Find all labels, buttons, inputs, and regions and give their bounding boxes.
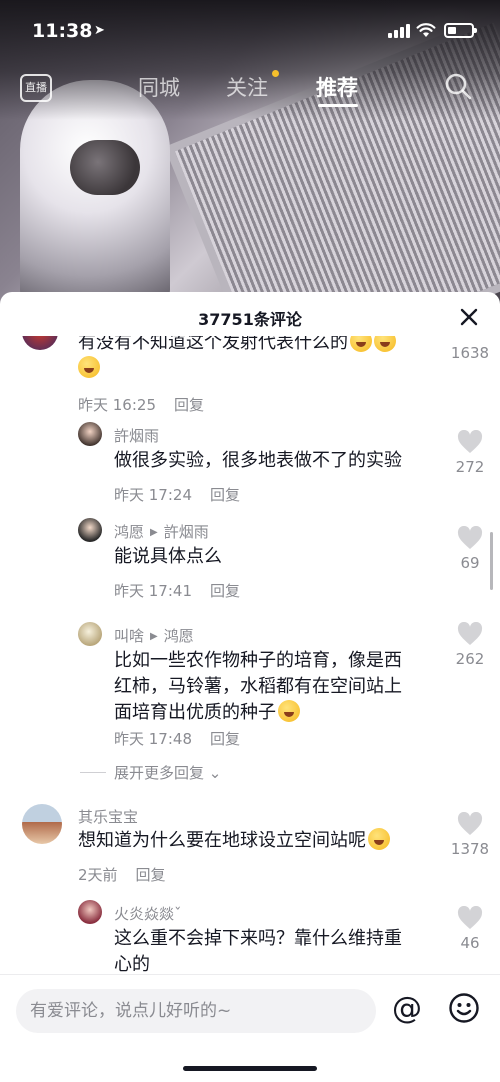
mention-at-icon[interactable]: @ <box>392 991 422 1026</box>
comment-time: 昨天 17:48 <box>114 730 192 748</box>
commenter-name: 叫啥 ▶ 鸿愿 <box>114 625 194 646</box>
reply-button[interactable]: 回复 <box>210 730 240 748</box>
search-icon[interactable] <box>444 72 472 100</box>
comment-meta: 昨天 17:48 回复 <box>114 728 240 749</box>
following-new-dot <box>272 70 279 77</box>
commenter-name: 鸿愿 ▶ 許烟雨 <box>114 521 209 542</box>
cellular-signal-icon <box>388 24 410 38</box>
chevron-down-icon: ⌄ <box>208 764 222 782</box>
like-button[interactable]: 262 <box>440 622 500 668</box>
like-button[interactable]: 1638 <box>440 344 500 362</box>
comment-text: 做很多实验，很多地表做不了的实验 <box>114 450 402 471</box>
reply-button[interactable]: 回复 <box>210 582 240 600</box>
expand-more-label: 展开更多回复 <box>114 764 205 782</box>
comments-sheet: 37751条评论 有没有不知道这个发射代表什么的 昨天 16:25 回复 1638… <box>0 292 500 1082</box>
heart-icon <box>457 430 483 453</box>
top-navigation: 直播 同城 关注 推荐 <box>0 62 500 112</box>
comment-list[interactable]: 有没有不知道这个发射代表什么的 昨天 16:25 回复 1638 許烟雨 做很多实… <box>0 336 500 976</box>
tab-following[interactable]: 关注 <box>226 72 268 102</box>
laughing-emoji-icon <box>78 356 100 378</box>
location-arrow-icon: ➤ <box>94 23 105 38</box>
comment-text: 想知道为什么要在地球设立空间站呢 <box>78 828 390 854</box>
commenter-name[interactable]: 火炎焱燚ˇ <box>114 903 182 924</box>
comment-time: 昨天 16:25 <box>78 396 156 414</box>
reply-to-name[interactable]: 許烟雨 <box>164 523 209 541</box>
avatar[interactable] <box>78 622 102 646</box>
comment-text: 能说具体点么 <box>114 546 222 567</box>
avatar[interactable] <box>22 804 62 844</box>
home-indicator[interactable] <box>183 1066 317 1071</box>
laughing-emoji-icon <box>374 336 396 352</box>
close-icon[interactable] <box>458 306 480 328</box>
comment-time: 昨天 17:41 <box>114 582 192 600</box>
heart-icon <box>457 906 483 929</box>
expand-more-replies[interactable]: 展开更多回复 ⌄ <box>80 762 221 783</box>
comment-meta: 昨天 16:25 回复 <box>78 394 204 415</box>
status-time: 11:38 <box>32 20 93 42</box>
sheet-header: 37751条评论 <box>0 292 500 342</box>
avatar[interactable] <box>78 422 102 446</box>
comment-meta: 昨天 17:24 回复 <box>114 484 240 505</box>
dizzy-emoji-icon <box>278 700 300 722</box>
reply-button[interactable]: 回复 <box>174 396 204 414</box>
like-button[interactable]: 272 <box>440 430 500 476</box>
commenter-name[interactable]: 許烟雨 <box>114 425 159 446</box>
active-tab-indicator <box>318 104 358 107</box>
scrollbar[interactable] <box>490 532 493 590</box>
comment-time: 昨天 17:24 <box>114 486 192 504</box>
heart-icon <box>457 812 483 835</box>
status-bar: 11:38 ➤ <box>0 0 500 60</box>
comment-count-title: 37751条评论 <box>198 310 302 329</box>
like-count: 262 <box>455 650 485 668</box>
battery-icon <box>444 23 477 38</box>
commenter-name-link[interactable]: 叫啥 <box>114 627 144 645</box>
like-button[interactable]: 46 <box>440 906 500 952</box>
reply-arrow-icon: ▶ <box>150 631 158 642</box>
avatar[interactable] <box>78 900 102 924</box>
heart-icon <box>457 622 483 645</box>
comment-text: 这么重不会掉下来吗？靠什么维持重 心的 <box>114 928 402 975</box>
commenter-name[interactable]: 其乐宝宝 <box>78 806 138 827</box>
divider <box>80 772 106 773</box>
comment-time: 2天前 <box>78 866 118 884</box>
dizzy-emoji-icon <box>368 828 390 850</box>
reply-button[interactable]: 回复 <box>210 486 240 504</box>
reply-to-name[interactable]: 鸿愿 <box>164 627 194 645</box>
reply-button[interactable]: 回复 <box>136 866 166 884</box>
wifi-icon <box>416 23 436 37</box>
like-count: 46 <box>460 934 480 952</box>
comment-input[interactable] <box>16 989 376 1033</box>
like-count: 1378 <box>450 840 490 858</box>
comment-meta: 昨天 17:41 回复 <box>114 580 240 601</box>
commenter-name-link[interactable]: 鸿愿 <box>114 523 144 541</box>
emoji-picker-icon[interactable] <box>448 992 480 1024</box>
comment-text: 有没有不知道这个发射代表什么的 <box>78 336 428 382</box>
avatar[interactable] <box>22 336 58 350</box>
video-helmet <box>70 140 140 195</box>
avatar[interactable] <box>78 518 102 542</box>
tab-recommended[interactable]: 推荐 <box>316 72 358 102</box>
comment-text: 比如一些农作物种子的培育，像是西 红柿，马铃薯，水稻都有在空间站上 面培育出优质的种… <box>114 650 402 723</box>
reply-arrow-icon: ▶ <box>150 527 158 538</box>
comment-meta: 2天前 回复 <box>78 864 166 885</box>
like-count: 272 <box>455 458 485 476</box>
live-tab[interactable]: 直播 <box>20 74 52 102</box>
tab-local[interactable]: 同城 <box>138 72 180 102</box>
laughing-emoji-icon <box>350 336 372 352</box>
like-count: 1638 <box>450 344 490 362</box>
like-button[interactable]: 1378 <box>440 812 500 858</box>
heart-icon <box>457 526 483 549</box>
